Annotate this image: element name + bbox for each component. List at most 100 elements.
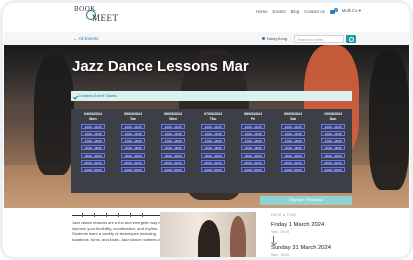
divider-tick: [82, 213, 83, 217]
time-slot-button[interactable]: 12:00 - 14:00: [121, 123, 145, 129]
time-slot-button[interactable]: 12:00 - 14:00: [161, 123, 185, 129]
time-slot-button[interactable]: 14:00 - 16:00: [81, 138, 105, 144]
search-button[interactable]: [346, 35, 356, 43]
divider-tick: [118, 213, 119, 217]
schedule-day-date: 07/03/2024: [204, 112, 222, 116]
schedule-day-column: 05/03/2024 Tue 12:00 - 14:00 13:00 - 15:00 1…: [113, 112, 153, 173]
time-slot-button[interactable]: 12:00 - 14:00: [201, 123, 225, 129]
time-slot-button[interactable]: 14:00 - 16:00: [161, 138, 185, 144]
photo-person: [198, 220, 220, 260]
language-selector[interactable]: Multi Co ▾: [342, 8, 361, 14]
schedule-day-column: 08/03/2024 Fri 12:00 - 14:00 13:00 - 15:00 1…: [233, 112, 273, 173]
start-date: Friday 1 March 2024: [271, 222, 325, 228]
time-slot-button[interactable]: 18:00 - 20:00: [241, 152, 265, 158]
time-slot-button[interactable]: 16:00 - 18:00: [241, 145, 265, 151]
search-input[interactable]: Search an event ...: [294, 35, 344, 43]
time-slot-button[interactable]: 13:00 - 15:00: [81, 130, 105, 136]
time-slot-button[interactable]: 13:00 - 15:00: [201, 130, 225, 136]
time-slot-button[interactable]: 20:00 - 22:00: [81, 159, 105, 165]
time-slot-button[interactable]: 14:00 - 16:00: [281, 138, 305, 144]
time-slot-button[interactable]: 12:00 - 14:00: [321, 123, 345, 129]
time-slot-button[interactable]: 22:00 - 00:00: [321, 167, 345, 173]
time-slot-button[interactable]: 18:00 - 20:00: [201, 152, 225, 158]
event-photo: [160, 212, 256, 260]
schedule-day-date: 04/03/2024: [84, 112, 102, 116]
time-slot-button[interactable]: 18:00 - 20:00: [121, 152, 145, 158]
start-time: 9am - 00:00: [271, 230, 290, 234]
time-slot-button[interactable]: 14:00 - 16:00: [121, 138, 145, 144]
location-label: Hong Kong: [267, 36, 288, 41]
hero-dancer-left: [34, 55, 74, 175]
time-slot-button[interactable]: 18:00 - 20:00: [161, 152, 185, 158]
schedule-day-weekday: Thu: [209, 116, 217, 121]
top-bar: BOOK MEET Home Events Blog Contact us 0 …: [0, 0, 413, 32]
time-slot-button[interactable]: 14:00 - 16:00: [201, 138, 225, 144]
schedule-day-weekday: Mon: [89, 116, 97, 121]
schedule-day-column: 04/03/2024 Mon 12:00 - 14:00 13:00 - 15:00 1…: [73, 112, 113, 173]
schedule-day-date: 08/03/2024: [244, 112, 262, 116]
time-slot-button[interactable]: 13:00 - 15:00: [281, 130, 305, 136]
time-slot-button[interactable]: 20:00 - 22:00: [161, 159, 185, 165]
time-slot-button[interactable]: 13:00 - 15:00: [241, 130, 265, 136]
event-title: Jazz Dance Lessons Mar: [72, 58, 249, 75]
time-slot-button[interactable]: 20:00 - 22:00: [241, 159, 265, 165]
time-slot-button[interactable]: 22:00 - 00:00: [281, 167, 305, 173]
cart-count-badge: 0: [333, 7, 338, 12]
all-events-link[interactable]: ← All Events: [73, 36, 99, 41]
time-slot-button[interactable]: 12:00 - 14:00: [81, 123, 105, 129]
nav-events[interactable]: Events: [272, 9, 285, 14]
time-slot-button[interactable]: 13:00 - 15:00: [121, 130, 145, 136]
logo[interactable]: BOOK MEET: [74, 5, 122, 27]
time-slot-button[interactable]: 14:00 - 16:00: [241, 138, 265, 144]
date-time-heading: DATE & TIME: [271, 213, 297, 217]
description-divider: [72, 213, 162, 217]
time-slot-button[interactable]: 13:00 - 15:00: [161, 130, 185, 136]
time-slot-button[interactable]: 13:00 - 15:00: [321, 130, 345, 136]
location-selector[interactable]: Hong Kong: [262, 36, 287, 41]
time-slot-button[interactable]: 20:00 - 22:00: [201, 159, 225, 165]
time-slot-button[interactable]: 18:00 - 20:00: [81, 152, 105, 158]
schedule-day-column: 09/03/2024 Sat 12:00 - 14:00 13:00 - 15:00 1…: [273, 112, 313, 173]
nav-home[interactable]: Home: [256, 9, 267, 14]
time-slot-button[interactable]: 16:00 - 18:00: [121, 145, 145, 151]
schedule-day-weekday: Fri: [250, 116, 256, 121]
time-slot-button[interactable]: 12:00 - 14:00: [241, 123, 265, 129]
time-slot-button[interactable]: 18:00 - 20:00: [321, 152, 345, 158]
nav-contact[interactable]: Contact us: [304, 9, 325, 14]
time-slot-button[interactable]: 16:00 - 18:00: [201, 145, 225, 151]
location-pin-icon: [262, 37, 265, 40]
time-slot-button[interactable]: 22:00 - 00:00: [241, 167, 265, 173]
time-slot-button[interactable]: 22:00 - 00:00: [201, 167, 225, 173]
photo-person: [230, 216, 246, 260]
schedule-day-weekday: Tue: [129, 116, 137, 121]
logo-text-bottom: MEET: [92, 13, 119, 23]
time-slot-button[interactable]: 14:00 - 16:00: [321, 138, 345, 144]
time-slot-button[interactable]: 20:00 - 22:00: [121, 159, 145, 165]
time-slot-button[interactable]: 16:00 - 18:00: [321, 145, 345, 151]
time-slot-button[interactable]: 22:00 - 00:00: [161, 167, 185, 173]
schedule-day-date: 05/03/2024: [124, 112, 142, 116]
cart-button[interactable]: 0: [329, 7, 338, 14]
nav-blog[interactable]: Blog: [291, 9, 300, 14]
arrow-down-icon: [273, 236, 274, 243]
time-slot-button[interactable]: 20:00 - 22:00: [281, 159, 305, 165]
time-slot-button[interactable]: 20:00 - 22:00: [321, 159, 345, 165]
time-slot-button[interactable]: 22:00 - 00:00: [81, 167, 105, 173]
time-slot-button[interactable]: 18:00 - 20:00: [281, 152, 305, 158]
time-slot-button[interactable]: 16:00 - 18:00: [281, 145, 305, 151]
schedule-day-weekday: Sun: [329, 116, 337, 121]
schedule-day-column: 07/03/2024 Thu 12:00 - 14:00 13:00 - 15:00 1…: [193, 112, 233, 173]
ticket-notice: Contains Event Tickets: [71, 91, 352, 101]
schedule-day-date: 09/03/2024: [284, 112, 302, 116]
register-button[interactable]: Register / Purchase: [260, 196, 352, 205]
schedule-day-date: 10/03/2024: [324, 112, 342, 116]
search-icon: [349, 36, 354, 42]
time-slot-button[interactable]: 16:00 - 18:00: [161, 145, 185, 151]
time-slot-button[interactable]: 12:00 - 14:00: [281, 123, 305, 129]
divider-tick: [106, 213, 107, 217]
time-slot-button[interactable]: 22:00 - 00:00: [121, 167, 145, 173]
end-time: 9am - 00:00: [271, 253, 290, 257]
main-nav: Home Events Blog Contact us 0 Multi Co ▾: [256, 7, 361, 14]
end-date: Sunday 31 March 2024: [271, 245, 331, 251]
time-slot-button[interactable]: 16:00 - 18:00: [81, 145, 105, 151]
